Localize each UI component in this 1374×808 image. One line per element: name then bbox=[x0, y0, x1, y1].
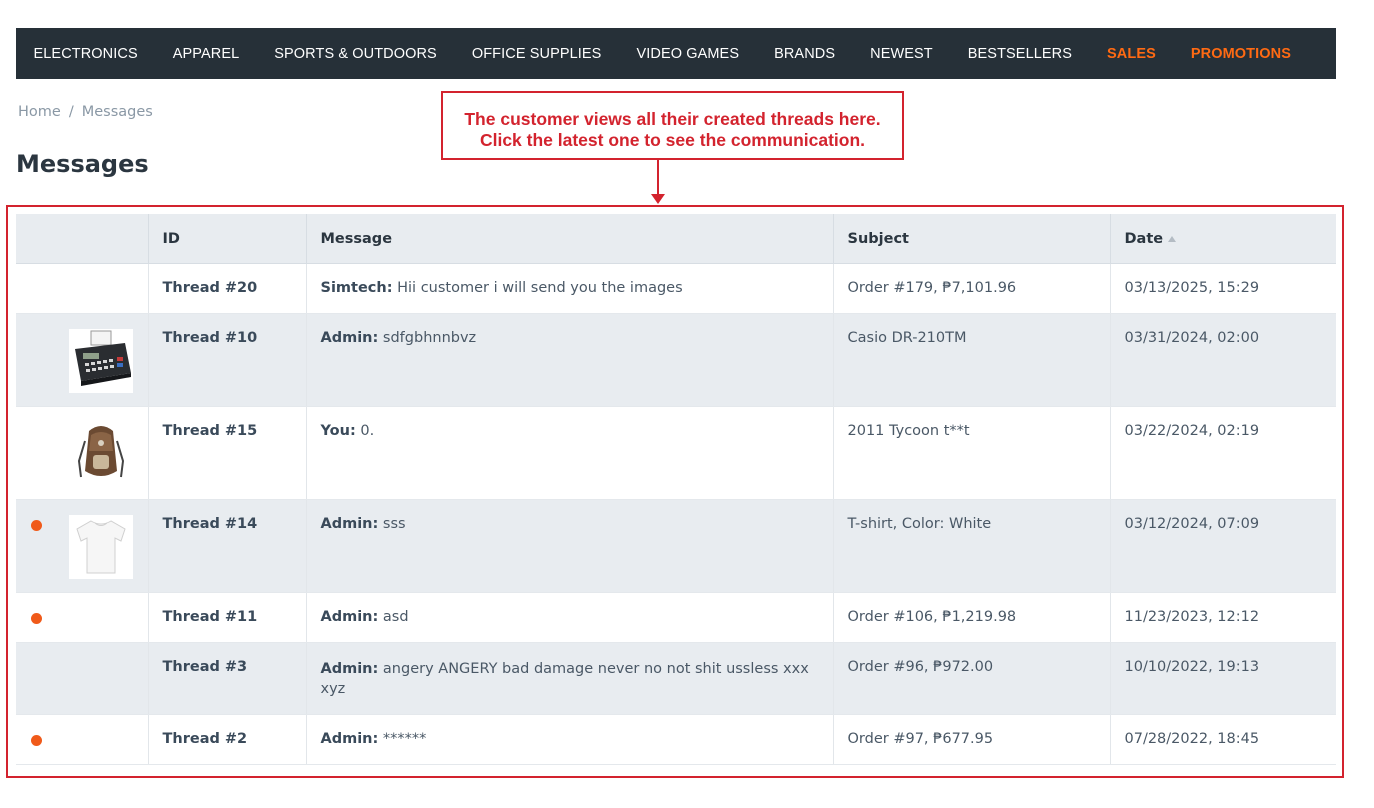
table-row[interactable]: Thread #2 Admin: ****** Order #97, ₱677.… bbox=[16, 714, 1336, 765]
message-author: Admin: bbox=[320, 661, 379, 677]
nav-item-sales[interactable]: SALES bbox=[1090, 46, 1174, 62]
nav-item-office-supplies[interactable]: OFFICE SUPPLIES bbox=[454, 46, 619, 62]
callout-connector bbox=[657, 160, 659, 198]
thread-media-cell bbox=[16, 499, 149, 593]
thread-id[interactable]: Thread #10 bbox=[148, 313, 307, 407]
breadcrumb-current: Messages bbox=[81, 104, 153, 120]
nav-item-promotions[interactable]: PROMOTIONS bbox=[1173, 46, 1308, 62]
nav-item-apparel[interactable]: APPAREL bbox=[155, 46, 257, 62]
callout-line-1: The customer views all their created thr… bbox=[464, 109, 881, 129]
breadcrumb-separator: / bbox=[68, 104, 74, 120]
thread-date: 03/22/2024, 02:19 bbox=[1110, 406, 1336, 500]
thread-id[interactable]: Thread #14 bbox=[148, 499, 307, 593]
thread-date: 10/10/2022, 19:13 bbox=[1110, 642, 1336, 715]
backpack-thumbnail-icon[interactable] bbox=[69, 421, 133, 485]
thread-subject[interactable]: Order #179, ₱7,101.96 bbox=[833, 263, 1111, 314]
message-text: 0. bbox=[360, 423, 375, 439]
nav-item-bestsellers[interactable]: BESTSELLERS bbox=[950, 46, 1089, 62]
thread-media-cell bbox=[16, 714, 149, 765]
thread-media-cell bbox=[16, 406, 149, 500]
breadcrumb: Home / Messages bbox=[18, 104, 153, 120]
column-header-id[interactable]: ID bbox=[148, 214, 307, 264]
message-text: ****** bbox=[382, 731, 427, 747]
thread-subject[interactable]: Order #106, ₱1,219.98 bbox=[833, 592, 1111, 643]
table-row[interactable]: Thread #15 You: 0. 2011 Tycoon t**t 03/2… bbox=[16, 406, 1336, 500]
thread-id[interactable]: Thread #20 bbox=[148, 263, 307, 314]
table-row[interactable]: Thread #10 Admin: sdfgbhnnbvz Casio DR-2… bbox=[16, 313, 1336, 407]
thread-message[interactable]: Admin: angery ANGERY bad damage never no… bbox=[306, 642, 834, 715]
table-row[interactable]: Thread #14 Admin: sss T-shirt, Color: Wh… bbox=[16, 499, 1336, 593]
message-author: Admin: bbox=[320, 330, 379, 346]
message-author: Admin: bbox=[320, 731, 379, 747]
thread-date: 07/28/2022, 18:45 bbox=[1110, 714, 1336, 765]
message-author: Admin: bbox=[320, 516, 379, 532]
thread-message[interactable]: Admin: ****** bbox=[306, 714, 834, 765]
thread-message[interactable]: Simtech: Hii customer i will send you th… bbox=[306, 263, 834, 314]
top-navigation: ELECTRONICS APPAREL SPORTS & OUTDOORS OF… bbox=[16, 28, 1336, 79]
message-author: You: bbox=[320, 423, 356, 439]
page-title: Messages bbox=[16, 150, 149, 178]
thread-message[interactable]: Admin: sss bbox=[306, 499, 834, 593]
thread-media-cell bbox=[16, 313, 149, 407]
callout-line-2: Click the latest one to see the communic… bbox=[479, 130, 866, 150]
thread-subject[interactable]: Order #96, ₱972.00 bbox=[833, 642, 1111, 715]
table-row[interactable]: Thread #20 Simtech: Hii customer i will … bbox=[16, 263, 1336, 314]
thread-subject[interactable]: 2011 Tycoon t**t bbox=[833, 406, 1111, 500]
calculator-thumbnail-icon[interactable] bbox=[69, 329, 133, 393]
threads-table: ID Message Subject Date Thread #20 Simte… bbox=[16, 214, 1336, 765]
thread-date: 03/31/2024, 02:00 bbox=[1110, 313, 1336, 407]
nav-item-brands[interactable]: BRANDS bbox=[757, 46, 853, 62]
message-text: asd bbox=[382, 609, 409, 625]
nav-item-sports-outdoors[interactable]: SPORTS & OUTDOORS bbox=[257, 46, 455, 62]
column-header-message[interactable]: Message bbox=[306, 214, 834, 264]
thread-date: 03/12/2024, 07:09 bbox=[1110, 499, 1336, 593]
thread-id[interactable]: Thread #2 bbox=[148, 714, 307, 765]
nav-item-electronics[interactable]: ELECTRONICS bbox=[16, 46, 155, 62]
thread-id[interactable]: Thread #11 bbox=[148, 592, 307, 643]
thread-subject[interactable]: Order #97, ₱677.95 bbox=[833, 714, 1111, 765]
message-text: sdfgbhnnbvz bbox=[382, 330, 477, 346]
thread-id[interactable]: Thread #3 bbox=[148, 642, 307, 715]
thread-media-cell bbox=[16, 263, 149, 314]
column-header-subject[interactable]: Subject bbox=[833, 214, 1111, 264]
message-text: angery ANGERY bad damage never no not sh… bbox=[320, 661, 809, 697]
tshirt-thumbnail-icon[interactable] bbox=[69, 515, 133, 579]
thread-date: 11/23/2023, 12:12 bbox=[1110, 592, 1336, 643]
thread-media-cell bbox=[16, 592, 149, 643]
thread-subject[interactable]: Casio DR-210TM bbox=[833, 313, 1111, 407]
callout-arrow-icon bbox=[651, 194, 665, 204]
thread-subject[interactable]: T-shirt, Color: White bbox=[833, 499, 1111, 593]
breadcrumb-home-link[interactable]: Home bbox=[18, 104, 61, 120]
table-header-row: ID Message Subject Date bbox=[16, 214, 1336, 264]
unread-indicator-icon bbox=[31, 520, 42, 531]
column-header-thumbnail bbox=[16, 214, 149, 264]
table-row[interactable]: Thread #11 Admin: asd Order #106, ₱1,219… bbox=[16, 592, 1336, 643]
thread-media-cell bbox=[16, 642, 149, 715]
table-row[interactable]: Thread #3 Admin: angery ANGERY bad damag… bbox=[16, 642, 1336, 715]
nav-item-video-games[interactable]: VIDEO GAMES bbox=[619, 46, 757, 62]
sort-ascending-icon bbox=[1168, 235, 1177, 242]
unread-indicator-icon bbox=[31, 613, 42, 624]
thread-message[interactable]: Admin: asd bbox=[306, 592, 834, 643]
column-header-date[interactable]: Date bbox=[1110, 214, 1336, 264]
thread-date: 03/13/2025, 15:29 bbox=[1110, 263, 1336, 314]
message-text: sss bbox=[382, 516, 406, 532]
unread-indicator-icon bbox=[31, 735, 42, 746]
thread-message[interactable]: Admin: sdfgbhnnbvz bbox=[306, 313, 834, 407]
message-text: Hii customer i will send you the images bbox=[397, 280, 683, 296]
thread-message[interactable]: You: 0. bbox=[306, 406, 834, 500]
nav-item-newest[interactable]: NEWEST bbox=[853, 46, 951, 62]
message-author: Simtech: bbox=[320, 280, 393, 296]
annotation-callout: The customer views all their created thr… bbox=[441, 91, 904, 160]
thread-id[interactable]: Thread #15 bbox=[148, 406, 307, 500]
message-author: Admin: bbox=[320, 609, 379, 625]
